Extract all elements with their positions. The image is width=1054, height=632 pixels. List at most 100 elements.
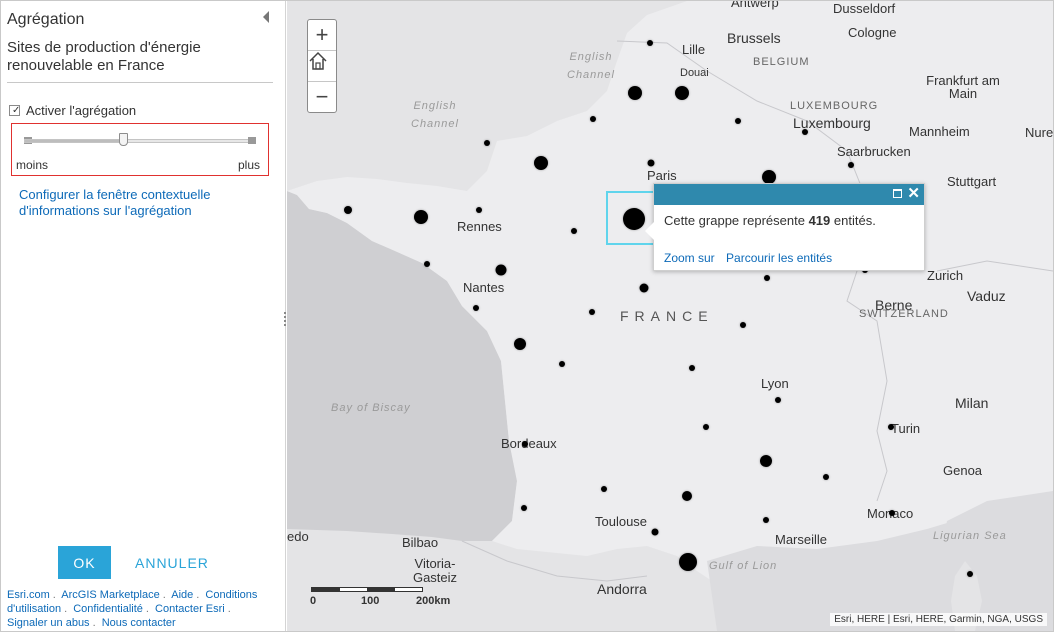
popup-feature-count: 419 — [808, 213, 831, 228]
cancel-button[interactable]: ANNULER — [135, 546, 209, 579]
cluster-point[interactable] — [775, 397, 781, 403]
footer-link-esri[interactable]: Esri.com — [7, 589, 50, 601]
cluster-point[interactable] — [639, 283, 649, 293]
footer-link-contact-us[interactable]: Nous contacter — [102, 617, 176, 629]
cluster-point[interactable] — [763, 517, 769, 523]
selected-cluster-point[interactable] — [623, 208, 645, 230]
footer-link-report-abuse[interactable]: Signaler un abus — [7, 617, 90, 629]
zoom-in-button[interactable]: + — [308, 20, 336, 51]
cluster-point[interactable] — [601, 486, 607, 492]
scale-label-0: 0 — [310, 595, 317, 607]
cluster-point[interactable] — [689, 365, 695, 371]
cluster-point[interactable] — [802, 129, 808, 135]
cluster-point[interactable] — [473, 305, 479, 311]
app-window: Agrégation Sites de production d'énergie… — [0, 0, 1054, 632]
footer-link-contact-esri[interactable]: Contacter Esri — [155, 603, 225, 615]
cluster-point[interactable] — [848, 162, 854, 168]
map-label-belgium: BELGIUM — [753, 56, 810, 68]
cluster-point[interactable] — [590, 116, 596, 122]
cluster-point[interactable] — [967, 571, 973, 577]
cluster-point[interactable] — [682, 491, 692, 501]
map-label-switzerland: SWITZERLAND — [859, 308, 949, 320]
popup-header: ✕ — [654, 184, 924, 205]
cluster-point[interactable] — [679, 553, 697, 571]
home-button[interactable] — [308, 51, 336, 82]
footer-link-privacy[interactable]: Confidentialité — [73, 603, 143, 615]
cluster-point[interactable] — [888, 424, 894, 430]
popup-text-after: entités. — [833, 213, 876, 228]
map-label-nure: Nure — [1025, 125, 1053, 140]
maximize-icon[interactable] — [893, 189, 902, 198]
map-label-lille: Lille — [682, 42, 706, 57]
map-label-english-channel-2: English Channel — [411, 100, 459, 130]
aggregation-slider-thumb[interactable] — [118, 133, 128, 146]
cluster-point[interactable] — [414, 210, 428, 224]
map-label-zurich: Zurich — [927, 268, 964, 283]
map-view[interactable]: + − Antwerp Dusseldorf Lille Brussels Co… — [287, 1, 1053, 631]
collapse-panel-icon[interactable] — [263, 11, 269, 23]
cluster-point[interactable] — [647, 159, 655, 167]
cluster-point[interactable] — [760, 455, 772, 467]
cluster-popup: ✕ Cette grappe représente 419 entités. Z… — [645, 183, 925, 271]
cluster-point[interactable] — [762, 170, 776, 184]
enable-aggregation-checkbox[interactable]: ✓ — [9, 105, 20, 116]
cluster-point[interactable] — [476, 207, 482, 213]
slider-fill — [25, 140, 124, 142]
zoom-to-link[interactable]: Zoom sur — [664, 251, 715, 265]
zoom-control: + − — [307, 19, 337, 113]
cluster-point[interactable] — [559, 361, 565, 367]
cluster-point[interactable] — [647, 40, 653, 46]
footer-link-help[interactable]: Aide — [171, 589, 193, 601]
footer-links: Esri.com. ArcGIS Marketplace. Aide. Cond… — [7, 589, 258, 629]
ok-button[interactable]: OK — [58, 546, 111, 579]
map-label-vaduz: Vaduz — [967, 288, 1006, 304]
cluster-point[interactable] — [344, 206, 352, 214]
map-label-bilbao: Bilbao — [402, 535, 439, 550]
panel-title: Agrégation — [7, 11, 85, 28]
cluster-point[interactable] — [823, 474, 829, 480]
configure-popup-link[interactable]: Configurer la fenêtre contextuelle d'inf… — [19, 187, 269, 219]
scale-label-200km: 200km — [416, 595, 451, 607]
popup-pointer — [645, 222, 654, 240]
cluster-point[interactable] — [484, 140, 490, 146]
cluster-point[interactable] — [675, 86, 689, 100]
map-label-milan: Milan — [955, 395, 989, 411]
checkmark-icon: ✓ — [12, 105, 21, 116]
map-label-antwerp: Antwerp — [731, 1, 779, 10]
map-label-turin: Turin — [891, 421, 921, 436]
cluster-point[interactable] — [764, 275, 770, 281]
cluster-point[interactable] — [521, 505, 527, 511]
map-label-lyon: Lyon — [761, 376, 789, 391]
aggregation-slider-container: moins plus — [11, 123, 269, 176]
map-label-edo: edo — [287, 529, 309, 544]
cluster-point[interactable] — [534, 156, 548, 170]
scale-bar-graphic — [311, 587, 423, 592]
cluster-point[interactable] — [628, 86, 642, 100]
map-label-saarbrucken: Saarbrucken — [837, 144, 911, 159]
map-label-cologne: Cologne — [848, 25, 897, 40]
browse-features-link[interactable]: Parcourir les entités — [726, 251, 832, 265]
aggregation-slider-track[interactable] — [24, 139, 254, 143]
cluster-point[interactable] — [589, 309, 595, 315]
cluster-point[interactable] — [703, 424, 709, 430]
map-label-douai: Douai — [680, 67, 709, 79]
zoom-out-button[interactable]: − — [308, 82, 336, 112]
slider-min-label: moins — [16, 158, 49, 172]
cluster-point[interactable] — [424, 261, 430, 267]
map-attribution: Esri, HERE | Esri, HERE, Garmin, NGA, US… — [830, 613, 1047, 626]
cluster-point[interactable] — [571, 228, 577, 234]
cluster-point[interactable] — [740, 322, 746, 328]
cluster-point[interactable] — [735, 118, 741, 124]
aggregation-panel: Agrégation Sites de production d'énergie… — [1, 1, 286, 631]
close-icon[interactable]: ✕ — [907, 186, 920, 202]
cluster-point[interactable] — [651, 528, 659, 536]
map-label-frankfurt: Frankfurt am Main — [926, 73, 1000, 101]
footer-link-marketplace[interactable]: ArcGIS Marketplace — [61, 589, 159, 601]
popup-text-before: Cette grappe représente — [664, 213, 805, 228]
cluster-point[interactable] — [522, 441, 528, 447]
popup-actions: Zoom sur Parcourir les entités — [664, 251, 840, 265]
cluster-point[interactable] — [495, 264, 507, 276]
map-label-nantes: Nantes — [463, 280, 505, 295]
cluster-point[interactable] — [514, 338, 526, 350]
cluster-point[interactable] — [889, 510, 895, 516]
